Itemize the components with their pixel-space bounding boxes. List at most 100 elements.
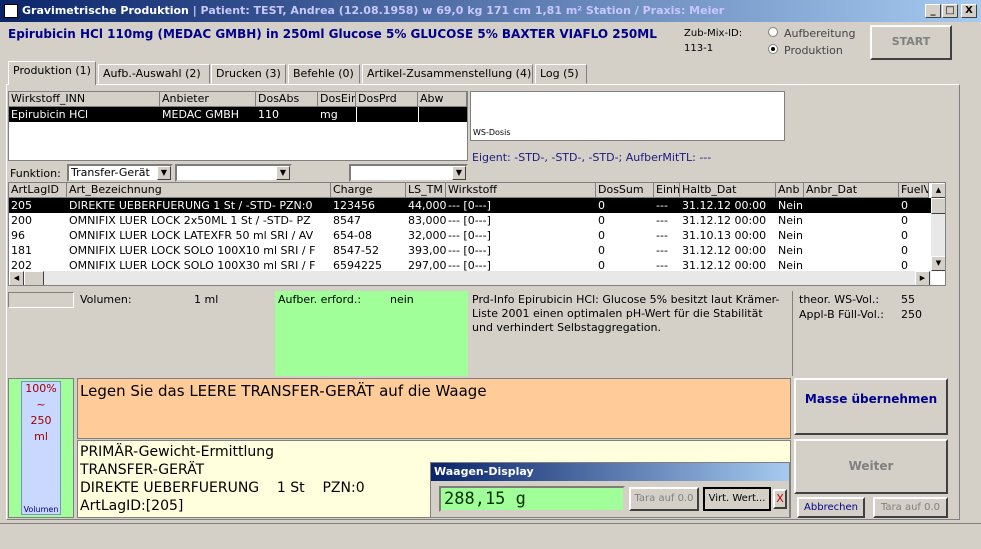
wirkstoff-table[interactable]: Wirkstoff_INN Anbieter DosAbs DosEin Dos… [8, 91, 468, 161]
theor-ws-vol-label: theor. WS-Vol.: [799, 293, 880, 306]
instruction-panel: Legen Sie das LEERE TRANSFER-GERÄT auf d… [77, 378, 791, 439]
tab-log[interactable]: Log (5) [535, 64, 587, 84]
cell: --- [656, 199, 668, 212]
tab-drucken[interactable]: Drucken (3) [211, 64, 286, 84]
volume-tilde: ~ [36, 398, 46, 411]
scroll-right-icon[interactable]: ▶ [915, 271, 930, 285]
artikel-table[interactable]: ArtLagID Art_Bezeichnung Charge LS_TM Wirkst… [8, 182, 946, 286]
cell: OMNIFIX LUER LOCK SOLO 100X10 ml SRI / F [69, 244, 316, 257]
table-row[interactable]: 181 OMNIFIX LUER LOCK SOLO 100X10 ml SRI … [9, 243, 931, 258]
col-header[interactable]: Einh [654, 183, 680, 198]
cell: 0 [901, 244, 908, 257]
cell: mg [320, 108, 338, 121]
cell: 0 [598, 214, 605, 227]
cell: Nein [778, 199, 804, 212]
col-header[interactable]: LS_TM [406, 183, 446, 198]
cell: 31.12.12 00:00 [682, 199, 767, 212]
volume-info-panel: theor. WS-Vol.: 55 Appl-B Füll-Vol.: 250 [792, 291, 946, 376]
cell: Epirubicin HCl [11, 108, 89, 121]
waagen-display: Waagen-Display 288,15 g Tara auf 0.0 Vir… [430, 462, 790, 518]
scroll-down-icon[interactable]: ▼ [931, 256, 945, 271]
cell: 0 [598, 229, 605, 242]
cell: 31.12.12 00:00 [682, 244, 767, 257]
radio-produktion[interactable] [768, 44, 778, 54]
table-row[interactable]: 205 DIREKTE UEBERFUERUNG 1 St / -STD- PZN… [9, 198, 931, 213]
close-icon[interactable]: X [773, 489, 787, 509]
ws-dosis-label: WS-Dosis [473, 128, 511, 137]
prd-info-text: Prd-Info Epirubicin HCl: Glucose 5% besi… [472, 293, 780, 334]
tab-artikel-zusammenstellung[interactable]: Artikel-Zusammenstellung (4) [362, 64, 533, 84]
col-header[interactable]: Charge [331, 183, 406, 198]
col-header[interactable]: Anbr_Dat [804, 183, 899, 198]
chevron-down-icon: ▼ [452, 166, 466, 180]
applb-value: 250 [901, 308, 922, 321]
scroll-up-icon[interactable]: ▲ [931, 183, 945, 198]
maximize-button[interactable]: □ [942, 4, 958, 18]
start-button[interactable]: START [870, 25, 952, 60]
volume-caption: Volumen [23, 505, 59, 514]
funktion-select[interactable]: Transfer-Gerät ▼ [67, 164, 173, 182]
cell: 32,000 [408, 229, 446, 242]
volumen-value: 1 ml [194, 293, 219, 306]
filter-select-2[interactable]: ▼ [175, 164, 292, 182]
tab-aufb-auswahl[interactable]: Aufb.-Auswahl (2) [98, 64, 210, 84]
col-header[interactable]: ArtLagID [9, 183, 67, 198]
zubmix-value: 113-1 [684, 43, 714, 54]
volumen-label: Volumen: [80, 293, 132, 306]
vertical-scrollbar[interactable]: ▲ ▼ [931, 183, 945, 271]
cell: 181 [11, 244, 32, 257]
scroll-thumb[interactable] [931, 198, 945, 214]
col-header[interactable]: DosSum [596, 183, 654, 198]
cell: 110 [258, 108, 279, 121]
tara-button[interactable]: Tara auf 0.0 [873, 497, 948, 518]
cell: --- [656, 244, 668, 257]
col-header[interactable]: DosPrd [356, 92, 418, 107]
col-header[interactable]: Art_Bezeichnung [67, 183, 331, 198]
minimize-button[interactable]: _ [925, 4, 941, 18]
cell: 96 [11, 229, 25, 242]
zubmix-label: Zub-Mix-ID: [684, 28, 743, 39]
weiter-button[interactable]: Weiter [794, 439, 948, 494]
table-row[interactable]: Epirubicin HCl MEDAC GMBH 110 mg [9, 107, 467, 122]
virt-wert-button[interactable]: Virt. Wert... [703, 487, 771, 511]
cell: Nein [778, 214, 804, 227]
cell: 200 [11, 214, 32, 227]
cell: 44,000 [408, 199, 446, 212]
chevron-down-icon: ▼ [157, 166, 171, 180]
col-header[interactable]: DosEin [318, 92, 356, 107]
tab-befehle[interactable]: Befehle (0) [288, 64, 360, 84]
cell: 31.12.12 00:00 [682, 214, 767, 227]
horizontal-scrollbar[interactable]: ◀ ▶ [9, 271, 931, 285]
table-row[interactable]: 200 OMNIFIX LUER LOCK 2x50ML 1 St / -STD-… [9, 213, 931, 228]
ws-dosis-box: WS-Dosis [470, 91, 785, 141]
col-header[interactable]: Wirkstoff [446, 183, 596, 198]
cell: 0 [598, 244, 605, 257]
col-header[interactable]: Anb [776, 183, 804, 198]
cell: --- [0---] [448, 199, 491, 212]
filter-select-3[interactable]: ▼ [349, 164, 468, 182]
masse-uebernehmen-button[interactable]: Masse übernehmen [794, 378, 948, 435]
col-header[interactable]: Anbieter [160, 92, 256, 107]
volume-unit: ml [34, 430, 48, 443]
radio-aufbereitung[interactable] [768, 27, 778, 37]
col-header[interactable]: Haltb_Dat [680, 183, 776, 198]
col-header[interactable]: FuelV [899, 183, 929, 198]
abbrechen-button[interactable]: Abbrechen [797, 497, 865, 518]
table-row[interactable]: 96 OMNIFIX LUER LOCK LATEXFR 50 ml SRI / … [9, 228, 931, 243]
cell: 393,000 [408, 244, 446, 257]
cell: 8547-52 [333, 244, 379, 257]
cell: Nein [778, 229, 804, 242]
tara-button-display[interactable]: Tara auf 0.0 [629, 487, 699, 511]
cell: 0 [901, 199, 908, 212]
col-header[interactable]: Abw [418, 92, 467, 107]
scroll-left-icon[interactable]: ◀ [9, 271, 24, 285]
volume-percent: 100% [25, 382, 57, 395]
tab-produktion[interactable]: Produktion (1) [8, 61, 96, 85]
scroll-thumb-h[interactable] [24, 271, 44, 285]
col-header[interactable]: DosAbs [256, 92, 318, 107]
volume-gauge: 100% ~ 250 ml Volumen [8, 378, 74, 518]
cell: 123456 [333, 199, 375, 212]
detail-line: DIREKTE UEBERFUERUNG 1 St PZN:0 [80, 480, 365, 496]
col-header[interactable]: Wirkstoff_INN [9, 92, 160, 107]
close-button[interactable]: X [961, 4, 977, 18]
